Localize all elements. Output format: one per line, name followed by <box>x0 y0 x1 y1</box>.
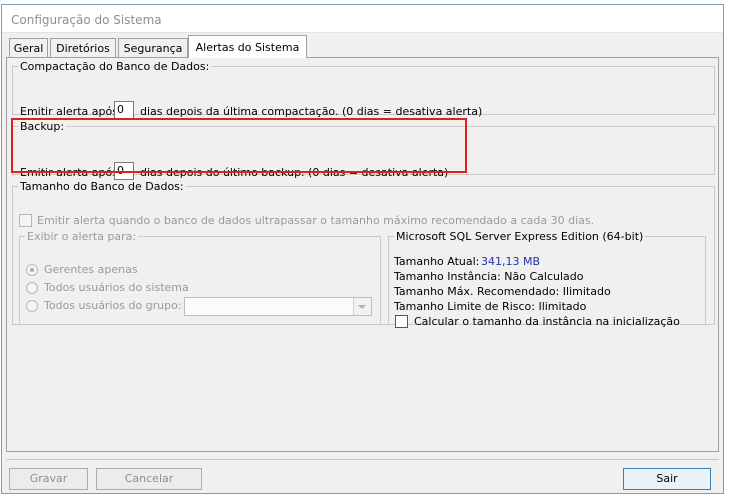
chevron-down-icon[interactable] <box>353 298 371 315</box>
exibir-group: Exibir o alerta para: Gerentes apenas To… <box>19 230 381 325</box>
tamanho-group: Tamanho do Banco de Dados: Emitir alerta… <box>12 180 715 328</box>
radio-gerentes[interactable] <box>26 264 38 276</box>
system-config-window: Configuração do Sistema Geral Diretórios… <box>1 4 724 494</box>
group-select[interactable] <box>184 297 372 316</box>
exibir-legend: Exibir o alerta para: <box>27 230 137 243</box>
tamanho-maximo: Tamanho Máx. Recomendado: Ilimitado <box>394 285 611 298</box>
tamanho-instancia: Tamanho Instância: Não Calculado <box>394 270 584 283</box>
calc-instance-checkbox[interactable] <box>395 315 408 328</box>
tamanho-limite: Tamanho Limite de Risco: Ilimitado <box>394 300 587 313</box>
compactacao-label-before: Emitir alerta após <box>20 105 118 118</box>
button-bar: Gravar Cancelar Sair <box>6 459 719 492</box>
tamanho-alert-checkbox-label: Emitir alerta quando o banco de dados ul… <box>37 214 595 227</box>
tamanho-legend: Tamanho do Banco de Dados: <box>20 180 184 193</box>
tab-geral[interactable]: Geral <box>9 38 48 57</box>
tamanho-atual-value: 341,13 MB <box>481 255 541 268</box>
radio-gerentes-label: Gerentes apenas <box>44 263 138 276</box>
tab-diretorios[interactable]: Diretórios <box>50 38 116 57</box>
radio-todos-usuarios-label: Todos usuários do sistema <box>44 281 189 294</box>
title-bar: Configuração do Sistema <box>2 5 723 33</box>
radio-todos-grupo[interactable] <box>26 300 38 312</box>
backup-highlight-box <box>11 118 467 173</box>
compactacao-label-after: dias depois da última compactação. (0 di… <box>140 105 483 118</box>
compactacao-days-input[interactable]: 0 <box>114 101 134 119</box>
tab-seguranca[interactable]: Segurança <box>118 38 188 57</box>
sql-server-legend: Microsoft SQL Server Express Edition (64… <box>396 230 644 243</box>
compactacao-group: Compactação do Banco de Dados: Emitir al… <box>12 60 715 119</box>
radio-todos-grupo-label: Todos usuários do grupo: <box>44 299 182 312</box>
tab-content-alertas: Compactação do Banco de Dados: Emitir al… <box>6 57 719 452</box>
tamanho-atual-label: Tamanho Atual: <box>394 255 480 268</box>
tamanho-alert-checkbox[interactable] <box>19 214 32 227</box>
compactacao-legend: Compactação do Banco de Dados: <box>20 60 210 73</box>
calc-instance-checkbox-label: Calcular o tamanho da instância na inici… <box>414 315 680 328</box>
tab-alertas-do-sistema[interactable]: Alertas do Sistema <box>188 35 307 58</box>
cancelar-button[interactable]: Cancelar <box>96 468 202 490</box>
window-title: Configuração do Sistema <box>11 13 162 27</box>
radio-todos-usuarios[interactable] <box>26 282 38 294</box>
sair-button[interactable]: Sair <box>623 468 711 490</box>
gravar-button[interactable]: Gravar <box>9 468 88 490</box>
sql-server-group: Microsoft SQL Server Express Edition (64… <box>388 230 706 328</box>
